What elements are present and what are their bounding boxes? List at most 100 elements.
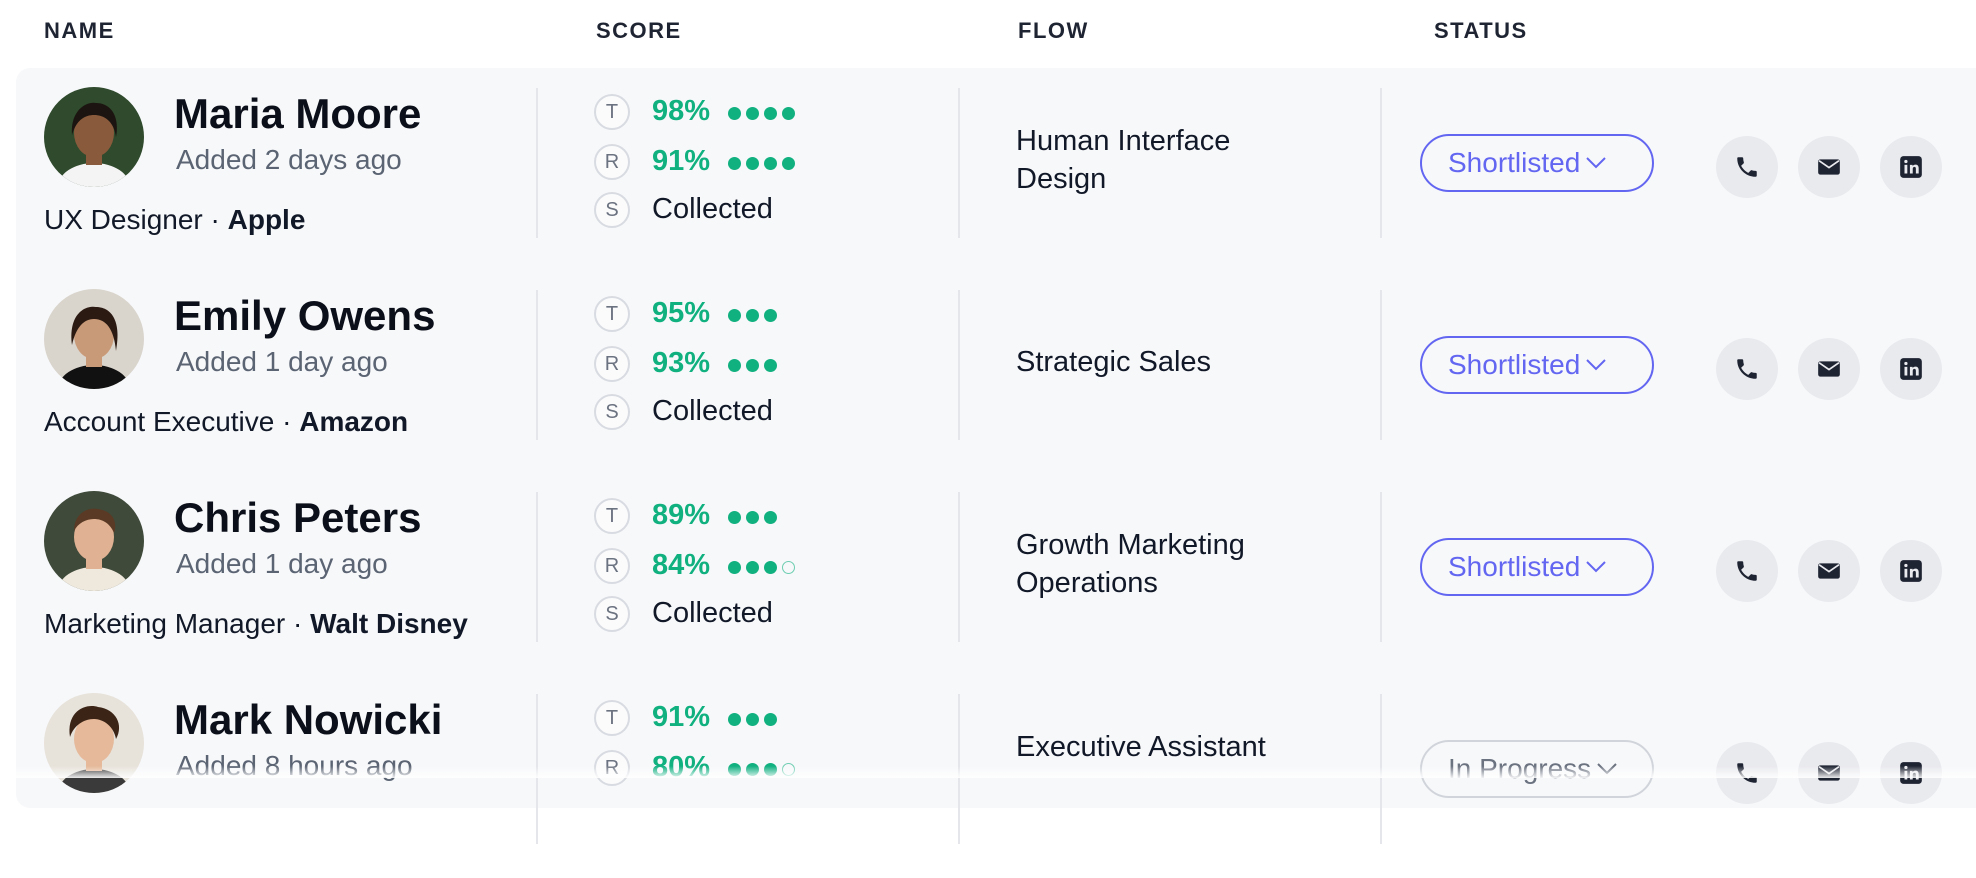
rating-dot-filled bbox=[746, 157, 759, 170]
role-separator: · bbox=[285, 608, 311, 639]
divider bbox=[536, 88, 538, 238]
company-name: Amazon bbox=[299, 406, 409, 437]
phone-button[interactable] bbox=[1716, 338, 1778, 400]
linkedin-icon bbox=[1900, 156, 1922, 178]
email-button[interactable] bbox=[1798, 540, 1860, 602]
rating-dot-filled bbox=[728, 511, 741, 524]
status-dropdown[interactable]: Shortlisted bbox=[1420, 336, 1654, 394]
divider bbox=[958, 290, 960, 440]
rating-dot-filled bbox=[764, 309, 777, 322]
role-separator: · bbox=[274, 406, 300, 437]
score-status: Collected bbox=[652, 597, 773, 629]
score-rating-dots bbox=[728, 157, 800, 171]
rating-dot-filled bbox=[764, 359, 777, 372]
score-letter-badge: T bbox=[594, 498, 630, 534]
rating-dot-filled bbox=[746, 359, 759, 372]
score-percent: 98% bbox=[652, 95, 711, 127]
divider bbox=[958, 88, 960, 238]
rating-dot-filled bbox=[764, 107, 777, 120]
rating-dot-filled bbox=[728, 309, 741, 322]
score-percent: 95% bbox=[652, 297, 711, 329]
score-letter-badge: R bbox=[594, 548, 630, 584]
linkedin-icon bbox=[1900, 358, 1922, 380]
candidate-name[interactable]: Chris Peters bbox=[174, 494, 421, 542]
phone-button[interactable] bbox=[1716, 540, 1778, 602]
score-status: Collected bbox=[652, 193, 773, 225]
column-header-flow[interactable]: FLOW bbox=[1018, 18, 1089, 44]
candidate-row-2[interactable]: Emily Owens Added 1 day ago Account Exec… bbox=[16, 270, 1976, 474]
phone-icon bbox=[1737, 359, 1757, 379]
email-button[interactable] bbox=[1798, 136, 1860, 198]
divider bbox=[1380, 492, 1382, 642]
rating-dot-filled bbox=[728, 107, 741, 120]
chevron-down-icon bbox=[1586, 359, 1607, 371]
status-dropdown[interactable]: Shortlisted bbox=[1420, 134, 1654, 192]
divider bbox=[536, 492, 538, 642]
rating-dot-filled bbox=[764, 713, 777, 726]
role-title: Account Executive bbox=[44, 406, 275, 437]
rating-dot-filled bbox=[746, 309, 759, 322]
status-dropdown[interactable]: Shortlisted bbox=[1420, 538, 1654, 596]
score-letter-badge: R bbox=[594, 144, 630, 180]
column-header-status[interactable]: STATUS bbox=[1434, 18, 1528, 44]
score-rating-dots bbox=[728, 359, 782, 373]
linkedin-button[interactable] bbox=[1880, 338, 1942, 400]
candidate-name[interactable]: Mark Nowicki bbox=[174, 696, 442, 744]
score-rating-dots bbox=[728, 713, 782, 727]
mail-icon bbox=[1818, 563, 1840, 579]
chevron-down-icon bbox=[1586, 157, 1607, 169]
added-time: Added 2 days ago bbox=[176, 144, 402, 175]
candidate-role: Marketing Manager · Walt Disney bbox=[44, 608, 468, 640]
added-time: Added 1 day ago bbox=[176, 346, 388, 377]
column-header-name[interactable]: NAME bbox=[44, 18, 115, 44]
avatar[interactable] bbox=[44, 87, 144, 187]
rating-dot-empty bbox=[782, 561, 795, 574]
rating-dot-filled bbox=[746, 511, 759, 524]
divider bbox=[536, 290, 538, 440]
column-header-score[interactable]: SCORE bbox=[596, 18, 682, 44]
flow-name: Human Interface Design bbox=[1016, 125, 1231, 195]
divider bbox=[958, 492, 960, 642]
company-name: Walt Disney bbox=[310, 608, 468, 639]
score-percent: 91% bbox=[652, 701, 711, 733]
chevron-down-icon bbox=[1586, 561, 1607, 573]
mail-icon bbox=[1818, 159, 1840, 175]
candidate-role: UX Designer · Apple bbox=[44, 204, 305, 236]
avatar[interactable] bbox=[44, 289, 144, 389]
rating-dot-filled bbox=[782, 157, 795, 170]
rating-dot-filled bbox=[728, 713, 741, 726]
flow-name: Growth Marketing Operations bbox=[1016, 529, 1245, 599]
avatar[interactable] bbox=[44, 491, 144, 591]
mail-icon bbox=[1818, 361, 1840, 377]
rating-dot-filled bbox=[764, 561, 777, 574]
phone-icon bbox=[1737, 561, 1757, 581]
status-label: Shortlisted bbox=[1448, 551, 1581, 582]
table-header: NAME SCORE FLOW STATUS bbox=[0, 0, 1976, 60]
status-label: Shortlisted bbox=[1448, 147, 1581, 178]
linkedin-icon bbox=[1900, 560, 1922, 582]
candidate-row-3[interactable]: Chris Peters Added 1 day ago Marketing M… bbox=[16, 472, 1976, 676]
divider bbox=[1380, 290, 1382, 440]
rating-dot-filled bbox=[746, 561, 759, 574]
linkedin-button[interactable] bbox=[1880, 136, 1942, 198]
rating-dot-filled bbox=[782, 107, 795, 120]
role-title: Marketing Manager bbox=[44, 608, 286, 639]
candidate-role: Account Executive · Amazon bbox=[44, 406, 408, 438]
rating-dot-filled bbox=[728, 157, 741, 170]
email-button[interactable] bbox=[1798, 338, 1860, 400]
candidate-row-1[interactable]: Maria Moore Added 2 days ago UX Designer… bbox=[16, 68, 1976, 272]
rating-dot-filled bbox=[764, 511, 777, 524]
score-percent: 91% bbox=[652, 145, 711, 177]
score-letter-badge: T bbox=[594, 94, 630, 130]
phone-button[interactable] bbox=[1716, 136, 1778, 198]
candidate-name[interactable]: Maria Moore bbox=[174, 90, 421, 138]
score-percent: 84% bbox=[652, 549, 711, 581]
avatar[interactable] bbox=[44, 693, 144, 793]
candidate-name[interactable]: Emily Owens bbox=[174, 292, 435, 340]
divider bbox=[1380, 88, 1382, 238]
phone-icon bbox=[1737, 157, 1757, 177]
score-letter-badge: S bbox=[594, 394, 630, 430]
linkedin-button[interactable] bbox=[1880, 540, 1942, 602]
flow-name: Executive Assistant bbox=[1016, 731, 1266, 763]
score-rating-dots bbox=[728, 511, 782, 525]
